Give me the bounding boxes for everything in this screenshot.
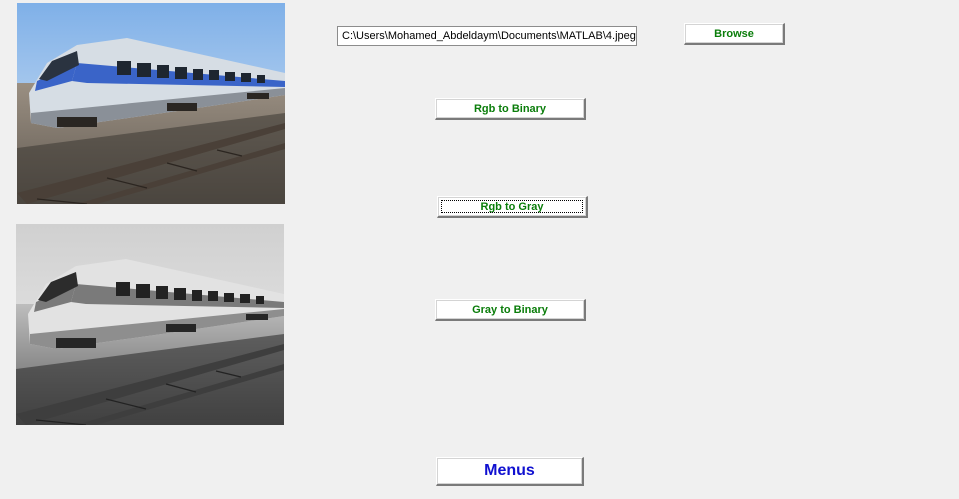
original-image-axes xyxy=(17,3,285,204)
gray-to-binary-button[interactable]: Gray to Binary xyxy=(435,299,586,321)
processed-image-axes xyxy=(16,224,284,425)
color-train-image xyxy=(17,3,285,204)
rgb-to-binary-label: Rgb to Binary xyxy=(473,102,547,115)
browse-button-label: Browse xyxy=(714,27,754,40)
rgb-to-binary-button[interactable]: Rgb to Binary xyxy=(435,98,586,120)
gray-to-binary-label: Gray to Binary xyxy=(472,303,548,316)
browse-button[interactable]: Browse xyxy=(684,23,785,45)
file-path-field[interactable]: C:\Users\Mohamed_Abdeldaym\Documents\MAT… xyxy=(337,26,637,46)
gray-train-image xyxy=(16,224,284,425)
rgb-to-gray-button[interactable]: Rgb to Gray xyxy=(437,196,588,218)
focus-rectangle xyxy=(441,200,583,213)
menus-button[interactable]: Menus xyxy=(436,457,584,486)
menus-button-label: Menus xyxy=(484,462,535,479)
